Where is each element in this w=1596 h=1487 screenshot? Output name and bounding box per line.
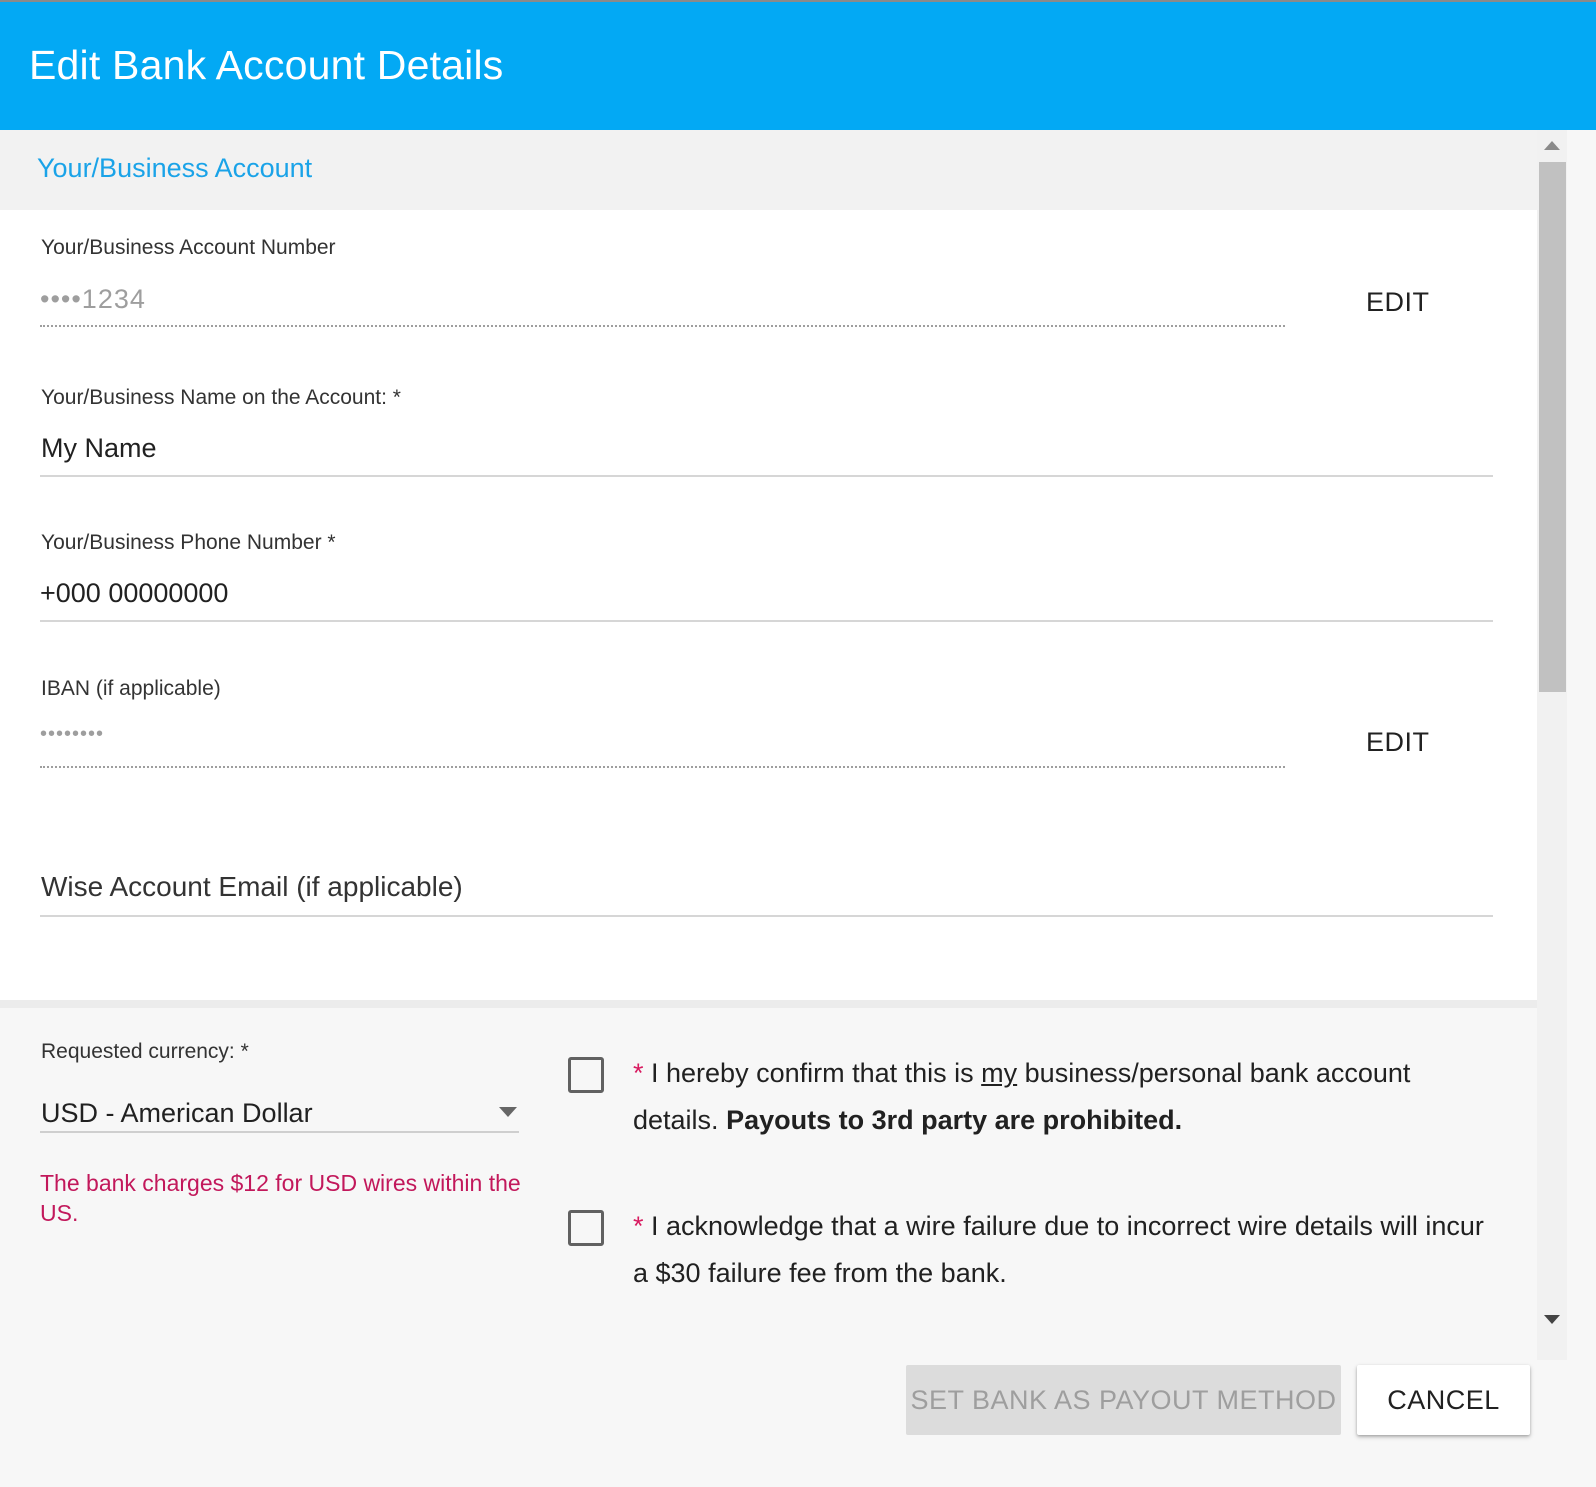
currency-underline — [40, 1131, 519, 1133]
cancel-button[interactable]: CANCEL — [1357, 1365, 1530, 1435]
name-on-account-label: Your/Business Name on the Account: * — [41, 386, 401, 409]
dialog-header: Edit Bank Account Details — [0, 0, 1596, 130]
wise-email-underline — [40, 915, 1493, 917]
name-on-account-underline — [40, 475, 1493, 477]
acknowledge-fee-checkbox[interactable] — [568, 1210, 604, 1246]
confirm-text-underlined: my — [981, 1058, 1018, 1088]
edit-iban-button[interactable]: EDIT — [1366, 727, 1430, 758]
acknowledge-fee-text: * I acknowledge that a wire failure due … — [633, 1203, 1493, 1297]
currency-select[interactable]: USD - American Dollar — [41, 1098, 313, 1129]
confirm-text-bold: Payouts to 3rd party are prohibited. — [726, 1105, 1183, 1135]
account-number-value: ••••1234 — [40, 284, 146, 314]
confirm-own-account-checkbox[interactable] — [568, 1057, 604, 1093]
required-star: * — [633, 1211, 644, 1241]
iban-label: IBAN (if applicable) — [41, 677, 221, 700]
section-header: Your/Business Account — [0, 130, 1566, 210]
phone-number-label: Your/Business Phone Number * — [41, 531, 336, 554]
confirm-own-account-text: * I hereby confirm that this is my busin… — [633, 1050, 1493, 1144]
dropdown-arrow-icon[interactable] — [499, 1107, 517, 1117]
acknowledge-text: I acknowledge that a wire failure due to… — [633, 1211, 1484, 1288]
dialog-title: Edit Bank Account Details — [29, 42, 504, 88]
required-star: * — [633, 1058, 644, 1088]
section-title: Your/Business Account — [37, 153, 313, 183]
iban-value: •••••••• — [40, 723, 105, 745]
phone-number-underline — [40, 620, 1493, 622]
account-number-label: Your/Business Account Number — [41, 236, 336, 259]
set-bank-payout-button[interactable]: SET BANK AS PAYOUT METHOD — [906, 1365, 1341, 1435]
name-on-account-input[interactable]: My Name — [41, 433, 157, 464]
phone-number-input[interactable]: +000 00000000 — [40, 578, 228, 609]
wise-email-input[interactable]: Wise Account Email (if applicable) — [41, 871, 463, 903]
confirm-text-before: I hereby confirm that this is — [643, 1058, 982, 1088]
edit-bank-dialog: Edit Bank Account Details Your/Business … — [0, 0, 1596, 1487]
currency-warning: The bank charges $12 for USD wires withi… — [40, 1170, 521, 1226]
section-divider — [0, 1000, 1566, 1008]
scroll-down-arrow-icon[interactable] — [1544, 1315, 1560, 1324]
iban-underline — [40, 766, 1285, 768]
edit-account-number-button[interactable]: EDIT — [1366, 287, 1430, 318]
scroll-up-arrow-icon[interactable] — [1544, 141, 1560, 150]
currency-label: Requested currency: * — [41, 1040, 249, 1063]
account-number-underline — [40, 325, 1285, 327]
scrollbar-thumb[interactable] — [1539, 162, 1566, 692]
